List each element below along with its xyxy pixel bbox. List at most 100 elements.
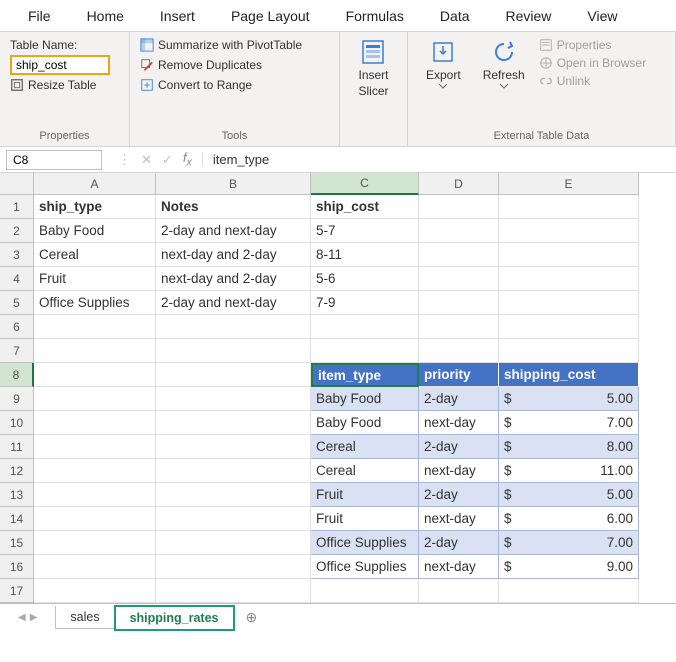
cell[interactable]: Notes [156, 195, 311, 219]
row-header-3[interactable]: 3 [0, 243, 34, 267]
cell[interactable]: 5-6 [311, 267, 419, 291]
row-header-10[interactable]: 10 [0, 411, 34, 435]
cell[interactable] [156, 411, 311, 435]
table-cell[interactable]: next-day [419, 555, 499, 579]
cell[interactable] [419, 195, 499, 219]
row-header-6[interactable]: 6 [0, 315, 34, 339]
formula-value[interactable]: item_type [202, 152, 676, 167]
cell[interactable] [156, 459, 311, 483]
table-cell[interactable]: Baby Food [311, 411, 419, 435]
col-header-C[interactable]: C [311, 173, 419, 195]
summarize-pivot-button[interactable]: Summarize with PivotTable [140, 38, 329, 52]
cell[interactable] [499, 267, 639, 291]
table-cell[interactable]: $7.00 [499, 531, 639, 555]
cell[interactable] [156, 315, 311, 339]
table-cell[interactable]: 2-day [419, 435, 499, 459]
cancel-icon[interactable]: ✕ [141, 152, 152, 168]
cell[interactable] [156, 339, 311, 363]
cell[interactable] [311, 315, 419, 339]
table-cell[interactable]: 2-day [419, 387, 499, 411]
table-cell[interactable]: $11.00 [499, 459, 639, 483]
cell[interactable] [34, 555, 156, 579]
table-cell[interactable]: $7.00 [499, 411, 639, 435]
cell[interactable] [34, 579, 156, 603]
cell[interactable] [156, 363, 311, 387]
cell[interactable] [311, 339, 419, 363]
cell[interactable] [156, 579, 311, 603]
table-header-priority[interactable]: priority [419, 363, 499, 387]
tab-review[interactable]: Review [488, 2, 570, 30]
table-cell[interactable]: 2-day [419, 531, 499, 555]
cell[interactable] [34, 411, 156, 435]
cell[interactable]: Cereal [34, 243, 156, 267]
table-cell[interactable]: Office Supplies [311, 555, 419, 579]
cell[interactable] [34, 339, 156, 363]
row-header-1[interactable]: 1 [0, 195, 34, 219]
row-header-13[interactable]: 13 [0, 483, 34, 507]
cell[interactable]: next-day and 2-day [156, 267, 311, 291]
cell[interactable] [156, 435, 311, 459]
cell[interactable] [156, 555, 311, 579]
cell[interactable]: Fruit [34, 267, 156, 291]
table-cell[interactable]: Cereal [311, 459, 419, 483]
cell[interactable] [499, 291, 639, 315]
cell[interactable] [499, 219, 639, 243]
row-header-4[interactable]: 4 [0, 267, 34, 291]
cell[interactable] [499, 315, 639, 339]
cell[interactable] [34, 363, 156, 387]
cell[interactable]: Office Supplies [34, 291, 156, 315]
resize-table-button[interactable]: Resize Table [10, 78, 119, 92]
dropdown-icon[interactable]: ⋮ [118, 152, 131, 168]
sheet-tab-sales[interactable]: sales [55, 606, 114, 629]
table-cell[interactable]: Office Supplies [311, 531, 419, 555]
refresh-button[interactable]: Refresh [475, 38, 533, 89]
accept-icon[interactable]: ✓ [162, 152, 173, 168]
cell[interactable]: 7-9 [311, 291, 419, 315]
col-header-D[interactable]: D [419, 173, 499, 195]
cell[interactable] [311, 579, 419, 603]
row-header-7[interactable]: 7 [0, 339, 34, 363]
row-header-17[interactable]: 17 [0, 579, 34, 603]
cell[interactable] [419, 339, 499, 363]
cell[interactable]: 8-11 [311, 243, 419, 267]
tab-formulas[interactable]: Formulas [328, 2, 422, 30]
insert-slicer-button[interactable]: InsertSlicer [350, 38, 396, 98]
remove-duplicates-button[interactable]: Remove Duplicates [140, 58, 329, 72]
cell[interactable]: ship_cost [311, 195, 419, 219]
cell[interactable] [34, 507, 156, 531]
table-cell[interactable]: Cereal [311, 435, 419, 459]
cell[interactable] [499, 339, 639, 363]
table-cell[interactable]: $5.00 [499, 483, 639, 507]
row-header-2[interactable]: 2 [0, 219, 34, 243]
row-header-8[interactable]: 8 [0, 363, 34, 387]
cell[interactable] [419, 243, 499, 267]
tab-data[interactable]: Data [422, 2, 488, 30]
table-cell[interactable]: Fruit [311, 483, 419, 507]
sheet-nav-next[interactable]: ▶ [30, 612, 38, 623]
cell[interactable] [419, 267, 499, 291]
table-cell[interactable]: next-day [419, 459, 499, 483]
cell[interactable] [34, 315, 156, 339]
row-header-16[interactable]: 16 [0, 555, 34, 579]
table-header-item-type[interactable]: item_type [311, 363, 419, 387]
col-header-B[interactable]: B [156, 173, 311, 195]
col-header-A[interactable]: A [34, 173, 156, 195]
tab-insert[interactable]: Insert [142, 2, 213, 30]
col-header-E[interactable]: E [499, 173, 639, 195]
cell[interactable] [499, 579, 639, 603]
cell[interactable]: 2-day and next-day [156, 219, 311, 243]
cell[interactable] [156, 531, 311, 555]
convert-range-button[interactable]: Convert to Range [140, 78, 329, 92]
cell[interactable] [499, 195, 639, 219]
cell[interactable]: 2-day and next-day [156, 291, 311, 315]
cell[interactable] [34, 483, 156, 507]
table-cell[interactable]: $6.00 [499, 507, 639, 531]
cell[interactable] [34, 387, 156, 411]
cell[interactable] [34, 435, 156, 459]
table-name-input[interactable] [10, 55, 110, 75]
cell[interactable] [34, 531, 156, 555]
cell[interactable] [419, 315, 499, 339]
cell[interactable] [419, 219, 499, 243]
cell[interactable]: next-day and 2-day [156, 243, 311, 267]
row-header-11[interactable]: 11 [0, 435, 34, 459]
